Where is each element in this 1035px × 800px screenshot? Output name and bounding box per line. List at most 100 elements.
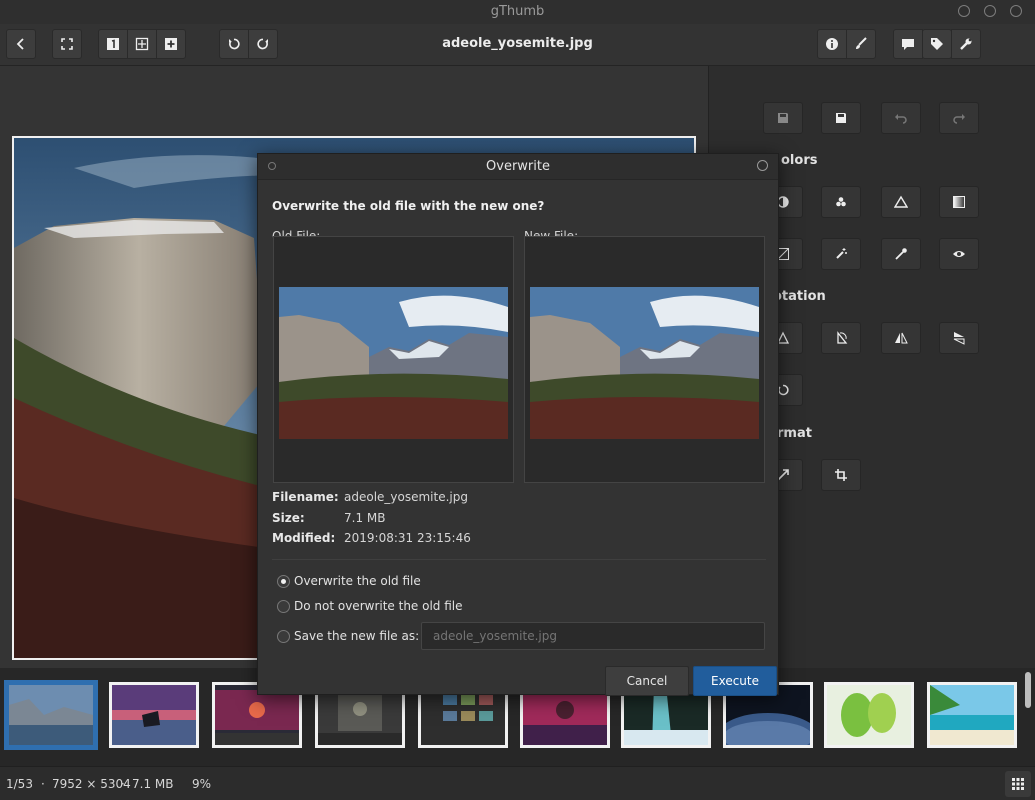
image-filesize: 7.1 MB xyxy=(132,777,174,791)
filename-value: adeole_yosemite.jpg xyxy=(344,490,468,504)
save-button[interactable] xyxy=(763,102,803,134)
magic-wand-icon xyxy=(836,248,847,259)
modified-value: 2019:08:31 23:15:46 xyxy=(344,531,471,545)
filename-key: Filename: xyxy=(272,490,339,504)
triangle-icon xyxy=(894,195,908,208)
filmstrip-scrollbar[interactable] xyxy=(1025,672,1031,708)
gradient-icon xyxy=(953,196,965,208)
size-key: Size: xyxy=(272,511,305,525)
info-modified-row: Modified: 2019:08:31 23:15:46 xyxy=(272,531,572,547)
dialog-separator xyxy=(272,559,766,560)
one-to-one-icon xyxy=(107,38,119,50)
properties-button[interactable] xyxy=(817,29,847,59)
window-titlebar: gThumb xyxy=(0,0,1035,24)
mirror-button[interactable] xyxy=(881,322,921,354)
info-size-row: Size: 7.1 MB xyxy=(272,511,572,527)
browser-mode-button[interactable] xyxy=(1005,771,1031,797)
undo-icon xyxy=(895,114,907,124)
dialog-header: Overwrite xyxy=(258,154,778,180)
enhance-button[interactable] xyxy=(821,238,861,270)
rotate-left-icon xyxy=(229,38,240,50)
fullscreen-button[interactable] xyxy=(52,29,82,59)
section-format-label: rmat xyxy=(777,426,812,441)
flip-horizontal-icon xyxy=(895,332,908,344)
dialog-title: Overwrite xyxy=(486,159,550,174)
grid-icon xyxy=(1012,778,1024,790)
thumbnail[interactable] xyxy=(6,682,96,748)
edit-button[interactable] xyxy=(846,29,876,59)
comment-button[interactable] xyxy=(893,29,923,59)
old-file-preview xyxy=(273,236,514,483)
image-position: 1/53 xyxy=(6,777,33,791)
eye-icon xyxy=(953,251,965,257)
new-file-preview xyxy=(524,236,765,483)
red-eye-button[interactable] xyxy=(939,238,979,270)
status-bar: 1/53 · 7952 × 5304 · 7.1 MB 9% xyxy=(0,766,1035,800)
redo-button[interactable] xyxy=(939,102,979,134)
old-file-image xyxy=(279,287,508,439)
color-balance-button[interactable] xyxy=(821,186,861,218)
thumbnail[interactable] xyxy=(927,682,1017,748)
plus-box-icon xyxy=(165,38,177,50)
wrench-icon xyxy=(960,38,972,50)
rotate-right-button[interactable] xyxy=(248,29,278,59)
tags-button[interactable] xyxy=(922,29,952,59)
crop-button[interactable] xyxy=(821,459,861,491)
image-dimensions: 7952 × 5304 xyxy=(52,777,131,791)
flip-button[interactable] xyxy=(939,322,979,354)
fullscreen-icon xyxy=(61,38,73,50)
eyedropper-button[interactable] xyxy=(881,238,921,270)
cancel-button[interactable]: Cancel xyxy=(605,666,689,696)
chevron-left-icon xyxy=(16,38,24,50)
brush-icon xyxy=(856,37,867,49)
redo-icon xyxy=(953,114,965,124)
rotate-right-icon xyxy=(257,38,268,50)
zoom-in-button[interactable] xyxy=(156,29,186,59)
levels-button[interactable] xyxy=(881,186,921,218)
tag-icon xyxy=(931,38,943,50)
rotate-right-panel-button[interactable] xyxy=(821,322,861,354)
save-as-label[interactable]: Save the new file as: xyxy=(294,629,419,643)
rotate-left-button[interactable] xyxy=(219,29,249,59)
close-button[interactable] xyxy=(1010,5,1022,17)
save-icon xyxy=(778,113,788,123)
section-rotation-label: otation xyxy=(773,289,826,304)
crop-icon xyxy=(835,469,847,481)
main-toolbar: adeole_yosemite.jpg xyxy=(0,24,1035,66)
overwrite-label[interactable]: Overwrite the old file xyxy=(294,574,421,588)
zoom-actual-button[interactable] xyxy=(98,29,128,59)
save-as-button[interactable] xyxy=(821,102,861,134)
thumbnail[interactable] xyxy=(109,682,199,748)
size-value: 7.1 MB xyxy=(344,511,386,525)
thumbnail[interactable] xyxy=(824,682,914,748)
maximize-button[interactable] xyxy=(984,5,996,17)
window-title: gThumb xyxy=(490,4,545,19)
dialog-close-button[interactable] xyxy=(757,160,768,171)
save-icon xyxy=(836,113,846,123)
modified-key: Modified: xyxy=(272,531,336,545)
grayscale-button[interactable] xyxy=(939,186,979,218)
back-button[interactable] xyxy=(6,29,36,59)
minimize-button[interactable] xyxy=(958,5,970,17)
overwrite-dialog: Overwrite Overwrite the old file with th… xyxy=(257,153,779,696)
fit-icon xyxy=(135,37,149,51)
tools-button[interactable] xyxy=(951,29,981,59)
zoom-fit-button[interactable] xyxy=(127,29,157,59)
do-not-overwrite-label[interactable]: Do not overwrite the old file xyxy=(294,599,463,613)
info-icon xyxy=(826,38,838,50)
info-filename-row: Filename: adeole_yosemite.jpg xyxy=(272,490,572,506)
execute-button[interactable]: Execute xyxy=(693,666,777,696)
save-as-filename-input[interactable] xyxy=(421,622,765,650)
overwrite-radio[interactable] xyxy=(277,575,290,588)
do-not-overwrite-radio[interactable] xyxy=(277,600,290,613)
rotate-right-icon xyxy=(837,331,848,344)
save-as-radio[interactable] xyxy=(277,630,290,643)
undo-button[interactable] xyxy=(881,102,921,134)
zoom-level: 9% xyxy=(192,777,212,791)
dialog-question: Overwrite the old file with the new one? xyxy=(272,199,545,213)
eyedropper-icon xyxy=(895,248,907,260)
color-circles-icon xyxy=(836,197,846,207)
comment-icon xyxy=(902,39,914,50)
section-colors-label: olors xyxy=(781,153,818,168)
file-title: adeole_yosemite.jpg xyxy=(442,36,593,51)
